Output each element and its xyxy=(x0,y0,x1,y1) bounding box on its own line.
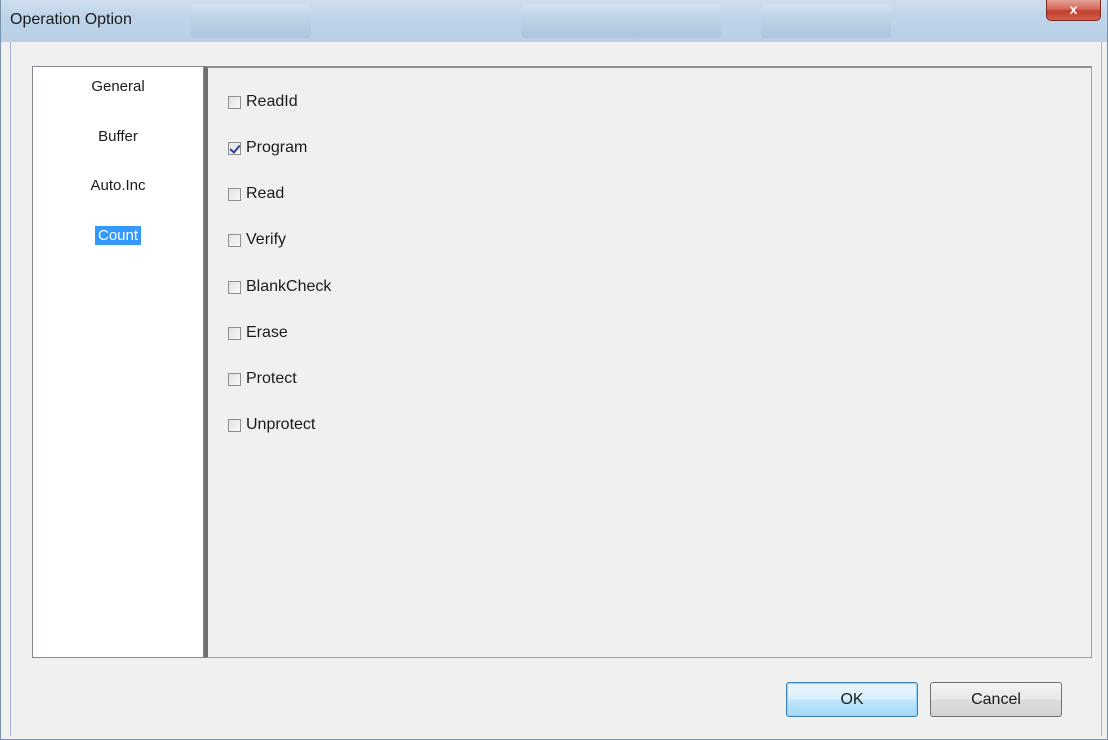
option-program[interactable]: Program xyxy=(228,138,307,158)
window-title: Operation Option xyxy=(10,11,132,28)
category-item-general[interactable]: General xyxy=(33,78,203,95)
titlebar-glare-3 xyxy=(761,4,891,38)
option-label: Protect xyxy=(246,370,297,387)
option-blankcheck[interactable]: BlankCheck xyxy=(228,277,331,297)
dialog-client-area: General Buffer Auto.Inc Count ReadId Pro… xyxy=(10,42,1102,736)
option-read[interactable]: Read xyxy=(228,184,284,204)
title-bar[interactable]: Operation Option x xyxy=(1,0,1107,42)
unprotect-checkbox[interactable] xyxy=(228,418,241,432)
close-icon: x xyxy=(1069,1,1078,17)
option-protect[interactable]: Protect xyxy=(228,369,297,389)
category-item-buffer[interactable]: Buffer xyxy=(33,128,203,145)
option-label: Erase xyxy=(246,324,288,341)
category-item-count[interactable]: Count xyxy=(33,226,203,245)
option-readid[interactable]: ReadId xyxy=(228,92,298,112)
titlebar-glare-1 xyxy=(191,4,311,38)
category-label: Auto.Inc xyxy=(90,177,146,194)
count-options-panel: ReadId Program Read Verify BlankCheck Er… xyxy=(204,66,1092,658)
close-button[interactable]: x xyxy=(1046,0,1101,21)
verify-checkbox[interactable] xyxy=(228,233,241,247)
option-unprotect[interactable]: Unprotect xyxy=(228,415,315,435)
category-list: General Buffer Auto.Inc Count xyxy=(32,66,204,658)
erase-checkbox[interactable] xyxy=(228,326,241,340)
titlebar-glare-2 xyxy=(521,4,721,38)
cancel-button[interactable]: Cancel xyxy=(930,682,1062,717)
option-erase[interactable]: Erase xyxy=(228,323,288,343)
option-label: ReadId xyxy=(246,93,298,110)
blankcheck-checkbox[interactable] xyxy=(228,280,241,294)
option-label: Program xyxy=(246,139,308,156)
category-label: Buffer xyxy=(98,128,138,145)
ok-button[interactable]: OK xyxy=(786,682,918,717)
option-label: Unprotect xyxy=(246,416,316,433)
option-verify[interactable]: Verify xyxy=(228,230,286,250)
readid-checkbox[interactable] xyxy=(228,95,241,109)
program-checkbox[interactable] xyxy=(228,141,241,155)
option-label: Read xyxy=(246,185,285,202)
option-label: BlankCheck xyxy=(246,278,332,295)
category-item-auto-inc[interactable]: Auto.Inc xyxy=(33,177,203,194)
category-label: Count xyxy=(94,226,142,245)
option-label: Verify xyxy=(246,231,287,248)
category-label: General xyxy=(91,78,145,95)
read-checkbox[interactable] xyxy=(228,187,241,201)
operation-option-dialog: Operation Option x General Buffer Auto.I… xyxy=(0,0,1108,740)
protect-checkbox[interactable] xyxy=(228,372,241,386)
